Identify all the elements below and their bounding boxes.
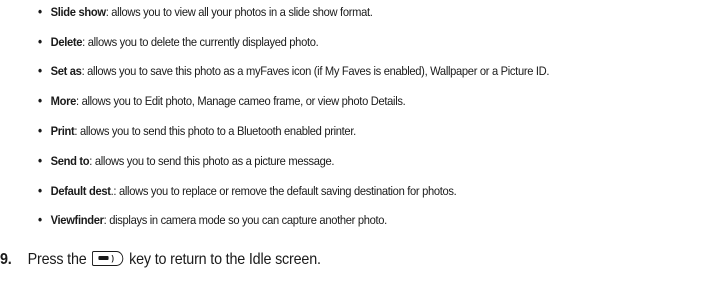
bullet: • bbox=[38, 212, 42, 227]
step-number: 9. bbox=[0, 251, 12, 268]
list-item: • Viewfinder: displays in camera mode so … bbox=[38, 212, 387, 228]
option-term: Print bbox=[50, 124, 75, 138]
option-description: : allows you to delete the currently dis… bbox=[82, 35, 319, 49]
option-term: Send to bbox=[50, 154, 90, 168]
list-item: • Default dest.: allows you to replace or… bbox=[38, 183, 457, 199]
bullet: • bbox=[38, 34, 42, 49]
option-term: More bbox=[50, 94, 77, 108]
option-description: : allows you to save this photo as a myF… bbox=[81, 64, 550, 78]
list-item: • Slide show: allows you to view all your… bbox=[38, 4, 373, 20]
key-bar-glyph bbox=[98, 256, 109, 260]
option-description: : allows you to view all your photos in … bbox=[105, 5, 373, 19]
list-item: • More: allows you to Edit photo, Manage … bbox=[38, 93, 406, 109]
option-term: Viewfinder bbox=[50, 213, 104, 227]
option-term: Slide show bbox=[50, 5, 106, 19]
option-term: Delete bbox=[50, 35, 83, 49]
step-text-before: Press the bbox=[27, 251, 87, 268]
end-power-key-icon: ) bbox=[92, 251, 124, 266]
option-description: : allows you to send this photo as a pic… bbox=[89, 154, 335, 168]
list-item: • Set as: allows you to save this photo a… bbox=[38, 63, 550, 79]
bullet: • bbox=[38, 123, 42, 138]
bullet: • bbox=[38, 4, 42, 19]
option-term: Default dest bbox=[50, 184, 111, 198]
step-text-after: key to return to the Idle screen. bbox=[129, 251, 321, 268]
bullet: • bbox=[38, 153, 42, 168]
option-description: : displays in camera mode so you can cap… bbox=[103, 213, 388, 227]
list-item: • Send to: allows you to send this photo … bbox=[38, 153, 334, 169]
option-description: .: allows you to replace or remove the d… bbox=[110, 184, 457, 198]
bullet: • bbox=[38, 93, 42, 108]
step-instruction: 9. Press the ) key to return to the Idle … bbox=[0, 250, 321, 270]
bullet: • bbox=[38, 63, 42, 78]
option-term: Set as bbox=[50, 64, 82, 78]
list-item: • Delete: allows you to delete the curren… bbox=[38, 34, 319, 50]
option-description: : allows you to send this photo to a Blu… bbox=[74, 124, 356, 138]
option-description: : allows you to Edit photo, Manage cameo… bbox=[75, 94, 406, 108]
list-item: • Print: allows you to send this photo to… bbox=[38, 123, 356, 139]
bullet: • bbox=[38, 183, 42, 198]
key-wave-glyph: ) bbox=[111, 254, 114, 263]
